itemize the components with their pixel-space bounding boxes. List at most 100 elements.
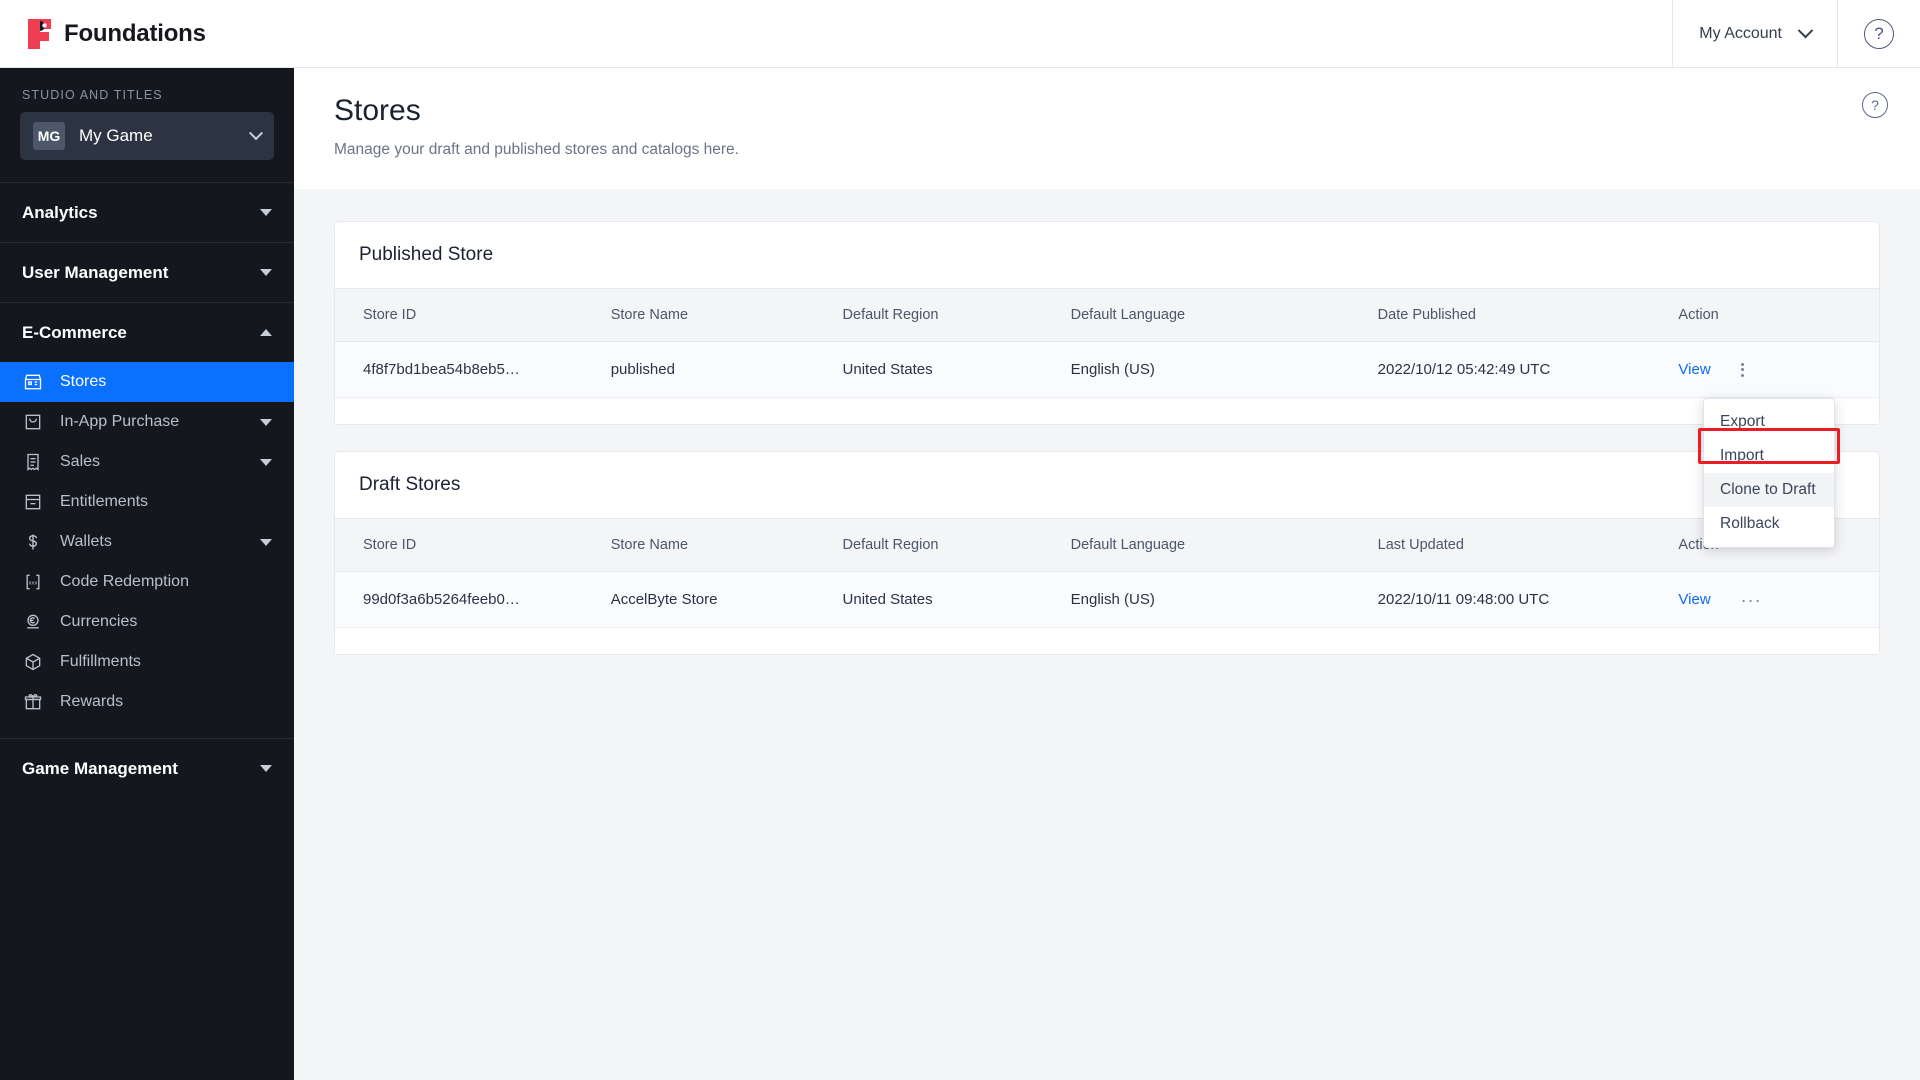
column-header-store-id: Store ID: [335, 518, 611, 572]
sidebar-item-wallets[interactable]: Wallets: [0, 522, 294, 562]
cell-default-region: United States: [842, 341, 1071, 398]
cell-default-region: United States: [842, 571, 1071, 628]
context-menu-item-export[interactable]: Export: [1704, 405, 1834, 439]
sidebar-item-label: In-App Purchase: [60, 413, 180, 430]
title-badge: MG: [33, 122, 65, 150]
chevron-down-icon: [260, 458, 272, 466]
title-name: My Game: [79, 126, 153, 145]
sidebar-item-sales[interactable]: Sales: [0, 442, 294, 482]
column-header-store-id: Store ID: [335, 288, 611, 342]
column-header-default-language: Default Language: [1070, 288, 1378, 342]
chevron-down-icon: [260, 209, 272, 216]
sidebar-group-e-commerce[interactable]: E-Commerce: [0, 302, 294, 362]
studio-title-selector[interactable]: MG My Game: [20, 112, 274, 160]
dollar-icon: [22, 531, 44, 553]
column-header-store-name: Store Name: [610, 518, 843, 572]
sidebar-item-label: Sales: [60, 453, 101, 470]
chevron-down-icon: [260, 765, 272, 772]
my-account-menu[interactable]: My Account: [1672, 0, 1838, 68]
store-context-menu: Export Import Clone to Draft Rollback: [1703, 398, 1835, 548]
page-subtitle: Manage your draft and published stores a…: [334, 141, 739, 158]
sidebar-group-label: Analytics: [22, 202, 98, 222]
more-options-icon[interactable]: ···: [1741, 591, 1762, 609]
context-menu-item-import[interactable]: Import: [1704, 439, 1834, 473]
sidebar-item-label: Fulfillments: [60, 653, 141, 670]
gift-icon: [22, 691, 44, 713]
cell-store-name: AccelByte Store: [610, 571, 843, 628]
chevron-up-icon: [260, 329, 272, 336]
chevron-down-icon: [260, 538, 272, 546]
cell-date-published: 2022/10/12 05:42:49 UTC: [1377, 341, 1679, 398]
bag-icon: [22, 411, 44, 433]
context-menu-item-clone-to-draft[interactable]: Clone to Draft: [1704, 473, 1834, 507]
top-bar: Foundations My Account ?: [0, 0, 1920, 68]
sidebar-group-label: Game Management: [22, 758, 178, 778]
sidebar-item-currencies[interactable]: Currencies: [0, 602, 294, 642]
sidebar-group-label: User Management: [22, 262, 169, 282]
sidebar-item-entitlements[interactable]: Entitlements: [0, 482, 294, 522]
sidebar-group-game-management[interactable]: Game Management: [0, 738, 294, 798]
sidebar: STUDIO AND TITLES MG My Game Analytics U…: [0, 68, 294, 1080]
top-help-wrapper: ?: [1838, 0, 1920, 68]
column-header-date-published: Date Published: [1377, 288, 1679, 342]
context-menu-item-rollback[interactable]: Rollback: [1704, 507, 1834, 541]
my-account-label: My Account: [1699, 24, 1782, 42]
sidebar-item-label: Entitlements: [60, 493, 149, 510]
cell-last-updated: 2022/10/11 09:48:00 UTC: [1377, 571, 1679, 628]
page-help-icon[interactable]: ?: [1862, 92, 1888, 118]
published-store-panel: Published Store Store ID Store Name Defa…: [334, 221, 1880, 425]
sidebar-item-label: Stores: [60, 373, 107, 390]
column-header-default-language: Default Language: [1070, 518, 1378, 572]
column-header-default-region: Default Region: [842, 518, 1071, 572]
brand-logo[interactable]: Foundations: [0, 18, 206, 49]
panel-footer: [335, 628, 1879, 654]
published-store-heading: Published Store: [359, 244, 494, 265]
sidebar-section-label: STUDIO AND TITLES: [22, 88, 163, 102]
coin-euro-icon: [22, 611, 44, 633]
published-store-table: Store ID Store Name Default Region Defau…: [335, 288, 1879, 398]
row-action-group: View ···: [1678, 591, 1879, 609]
sidebar-group-analytics[interactable]: Analytics: [0, 182, 294, 242]
foundations-logo-icon: [26, 18, 53, 49]
main-content: Stores Manage your draft and published s…: [294, 68, 1920, 1080]
sidebar-item-code-redemption[interactable]: xxx Code Redemption: [0, 562, 294, 602]
column-header-store-name: Store Name: [610, 288, 843, 342]
cell-action: View: [1678, 341, 1879, 398]
help-icon[interactable]: ?: [1864, 18, 1894, 49]
chevron-down-icon: [260, 418, 272, 426]
cell-store-name: published: [610, 341, 843, 398]
view-link[interactable]: View: [1678, 591, 1710, 608]
table-header-row: Store ID Store Name Default Region Defau…: [335, 288, 1879, 342]
view-link[interactable]: View: [1678, 361, 1710, 378]
cell-store-id: 99d0f3a6b5264feeb0…: [335, 571, 611, 628]
sidebar-item-label: Currencies: [60, 613, 138, 630]
page-header: Stores Manage your draft and published s…: [294, 68, 1920, 189]
row-action-group: View: [1678, 361, 1879, 378]
sidebar-group-user-management[interactable]: User Management: [0, 242, 294, 302]
column-header-default-region: Default Region: [842, 288, 1071, 342]
more-options-icon[interactable]: [1740, 362, 1744, 377]
chevron-down-icon: [248, 126, 264, 141]
store-icon: [22, 371, 44, 393]
sidebar-item-stores[interactable]: Stores: [0, 362, 294, 402]
box-icon: [22, 651, 44, 673]
sidebar-item-in-app-purchase[interactable]: In-App Purchase: [0, 402, 294, 442]
draft-stores-heading: Draft Stores: [359, 474, 461, 495]
sidebar-item-label: Code Redemption: [60, 573, 189, 590]
code-brackets-icon: xxx: [22, 571, 44, 593]
page-title: Stores: [334, 94, 421, 127]
sidebar-item-fulfillments[interactable]: Fulfillments: [0, 642, 294, 682]
panel-footer: [335, 398, 1879, 424]
cell-action: View ···: [1678, 571, 1879, 628]
brand-name: Foundations: [64, 19, 206, 47]
table-header-row: Store ID Store Name Default Region Defau…: [335, 518, 1879, 572]
svg-text:xxx: xxx: [29, 581, 38, 587]
sidebar-group-label: E-Commerce: [22, 322, 127, 342]
chevron-down-icon: [1797, 22, 1814, 39]
cell-default-language: English (US): [1070, 341, 1378, 398]
table-row: 4f8f7bd1bea54b8eb5… published United Sta…: [335, 341, 1879, 398]
sidebar-item-label: Wallets: [60, 533, 112, 550]
sidebar-item-rewards[interactable]: Rewards: [0, 682, 294, 722]
draft-stores-table: Store ID Store Name Default Region Defau…: [335, 518, 1879, 628]
draft-stores-panel: Draft Stores Store ID Store Name Default…: [334, 451, 1880, 655]
